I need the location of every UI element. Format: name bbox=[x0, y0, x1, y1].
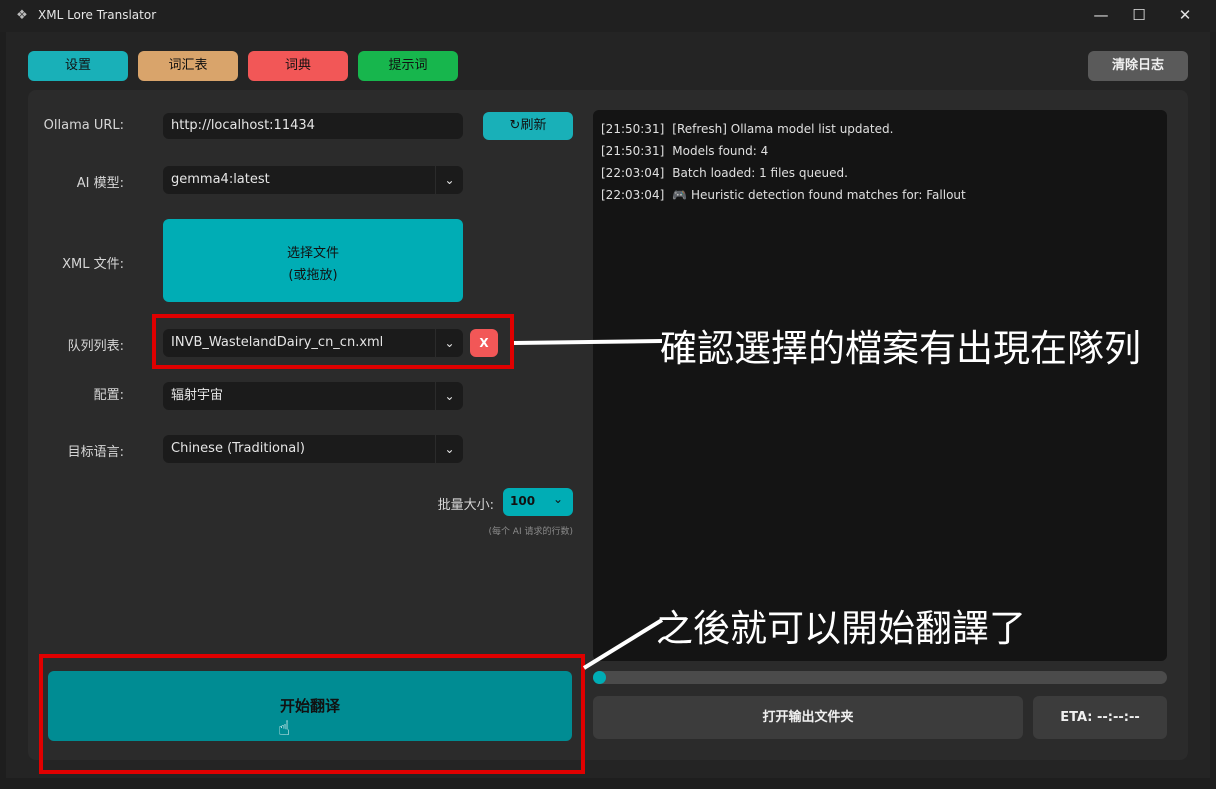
start-annotation-line bbox=[582, 618, 664, 670]
queue-annotation-line bbox=[513, 339, 663, 345]
start-annotation-text: 之後就可以開始翻譯了 bbox=[656, 607, 1026, 650]
annotation-arrows bbox=[513, 339, 664, 670]
queue-annotation-text: 確認選擇的檔案有出現在隊列 bbox=[660, 327, 1141, 370]
